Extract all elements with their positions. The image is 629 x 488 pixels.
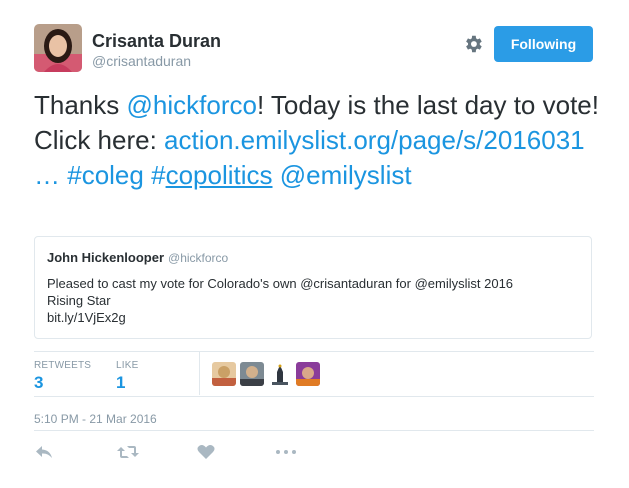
hashtag-link[interactable]: #copolitics bbox=[151, 160, 272, 190]
retweet-icon[interactable] bbox=[116, 443, 140, 461]
hashtag-text: copolitics bbox=[165, 160, 273, 190]
quoted-link: bit.ly/1VjEx2g bbox=[47, 310, 126, 325]
more-dots-icon[interactable] bbox=[274, 443, 298, 461]
tweet-timestamp[interactable]: 5:10 PM - 21 Mar 2016 bbox=[34, 412, 157, 426]
quoted-tweet[interactable]: John Hickenlooper @hickforco Pleased to c… bbox=[34, 236, 592, 339]
quoted-text: Pleased to cast my vote for Colorado's o… bbox=[47, 275, 577, 326]
mention-link[interactable]: @emilyslist bbox=[280, 160, 412, 190]
tweet-text-part: Thanks bbox=[34, 90, 127, 120]
reply-icon[interactable] bbox=[34, 443, 54, 461]
likes-count[interactable]: 1 bbox=[116, 373, 125, 393]
tweet-text: Thanks @hickforco! Today is the last day… bbox=[34, 88, 614, 193]
divider bbox=[34, 396, 594, 397]
like-heart-icon[interactable] bbox=[196, 443, 216, 461]
liker-avatar[interactable] bbox=[268, 362, 292, 386]
following-button[interactable]: Following bbox=[494, 26, 593, 62]
likes-label[interactable]: LIKE bbox=[116, 360, 138, 371]
liker-avatar[interactable] bbox=[212, 362, 236, 386]
quoted-author-name: John Hickenlooper bbox=[47, 250, 165, 265]
divider bbox=[34, 430, 594, 431]
mention-link[interactable]: @hickforco bbox=[127, 90, 257, 120]
liker-avatar[interactable] bbox=[240, 362, 264, 386]
author-name[interactable]: Crisanta Duran bbox=[92, 31, 221, 52]
quoted-text-line: Pleased to cast my vote for Colorado's o… bbox=[47, 276, 514, 291]
quoted-text-line: Rising Star bbox=[47, 293, 111, 308]
liker-avatar[interactable] bbox=[296, 362, 320, 386]
divider bbox=[34, 351, 594, 352]
hashtag-symbol: # bbox=[151, 160, 166, 190]
hashtag-link[interactable]: #coleg bbox=[67, 160, 144, 190]
retweets-count[interactable]: 3 bbox=[34, 373, 43, 393]
quoted-author-handle: @hickforco bbox=[168, 251, 229, 265]
author-handle[interactable]: @crisantaduran bbox=[92, 53, 191, 69]
quoted-author: John Hickenlooper @hickforco bbox=[47, 250, 228, 265]
stats-divider bbox=[199, 352, 200, 395]
settings-gear-icon[interactable] bbox=[462, 33, 484, 55]
retweets-label[interactable]: RETWEETS bbox=[34, 360, 91, 371]
author-avatar[interactable] bbox=[34, 24, 82, 72]
